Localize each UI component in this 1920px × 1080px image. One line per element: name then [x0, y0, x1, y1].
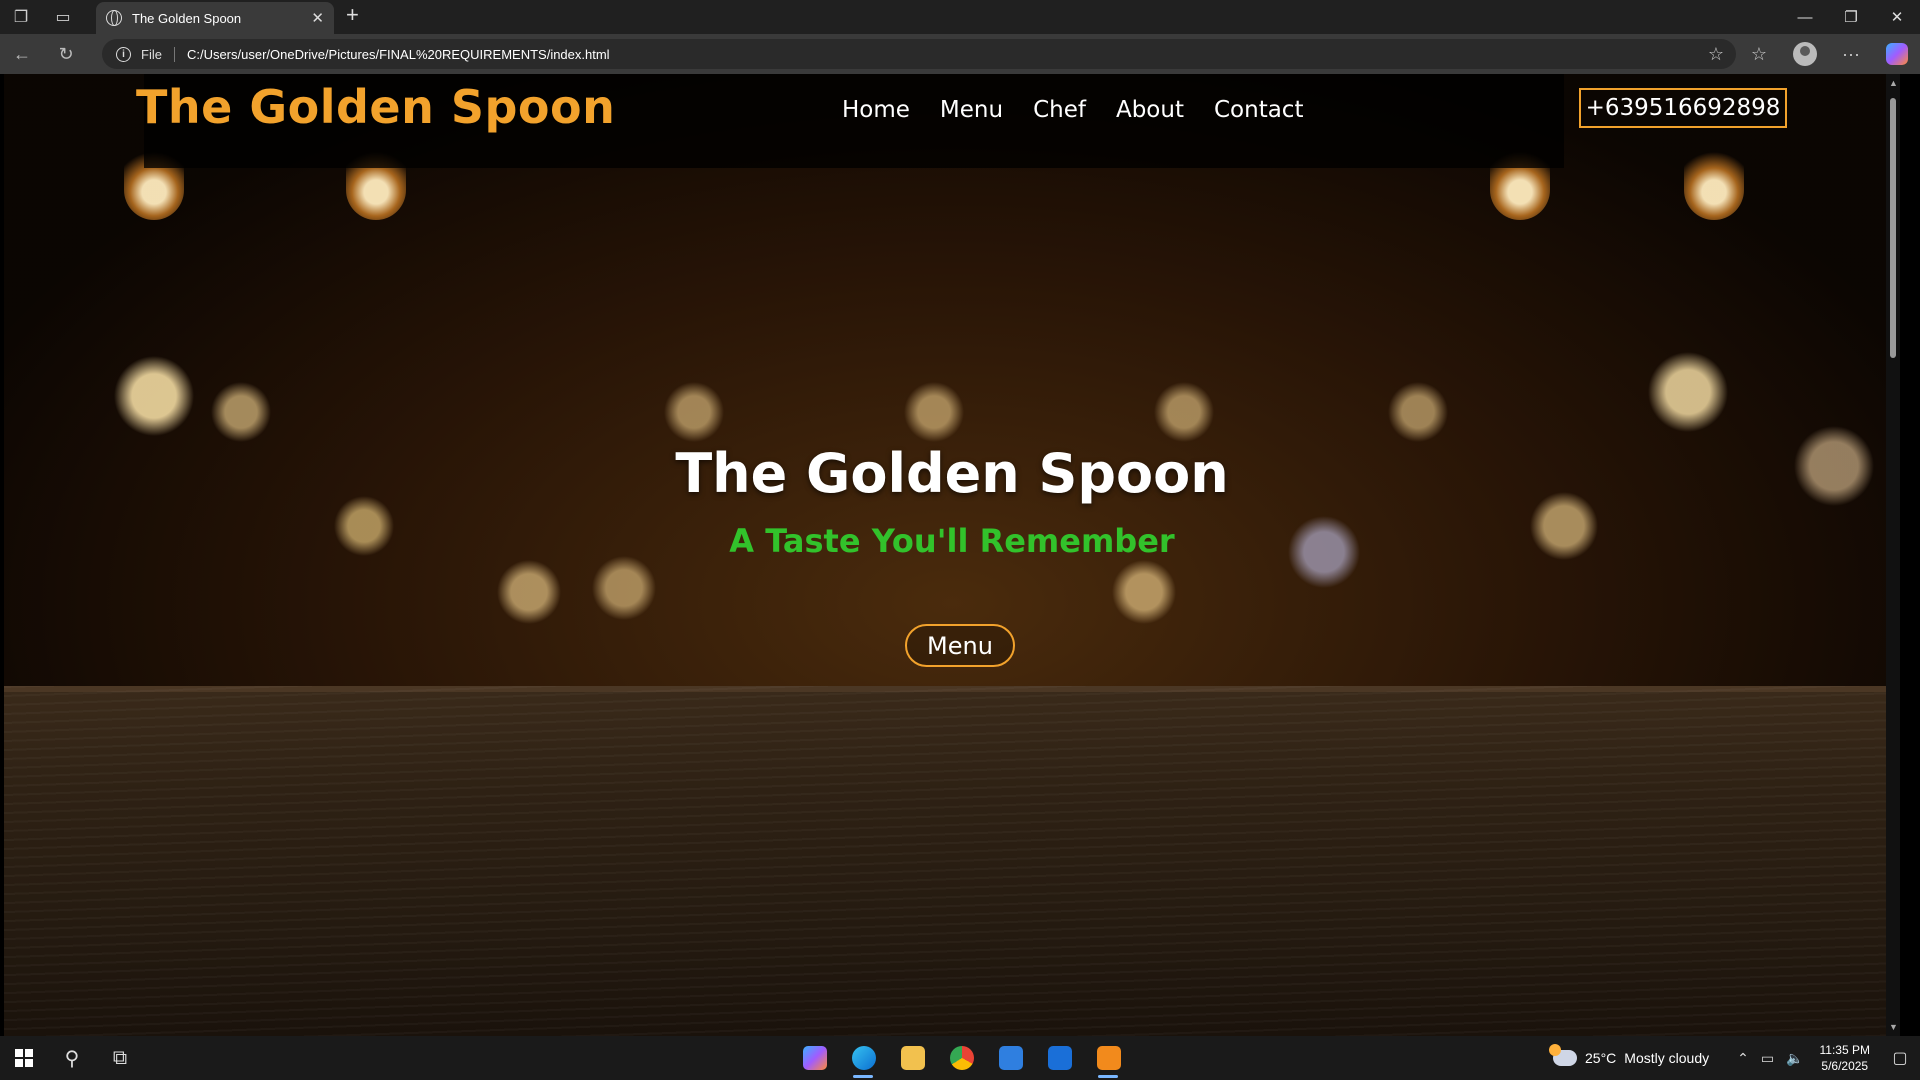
- address-scheme: File: [141, 46, 175, 62]
- chrome-app-icon[interactable]: [937, 1036, 986, 1080]
- weather-widget[interactable]: 25°C Mostly cloudy: [1549, 1044, 1710, 1066]
- system-tray: 25°C Mostly cloudy ⌃ ▭ 🔈 11:35 PM 5/6/20…: [1549, 1036, 1920, 1080]
- scroll-up-icon[interactable]: ▲: [1889, 78, 1898, 88]
- site-nav: Home Menu Chef About Contact: [842, 97, 1303, 123]
- globe-icon: [106, 10, 122, 26]
- page-viewport: The Golden Spoon Home Menu Chef About Co…: [4, 74, 1900, 1036]
- file-explorer-icon[interactable]: [888, 1036, 937, 1080]
- notification-icon[interactable]: ▢: [1880, 1048, 1920, 1068]
- nav-contact[interactable]: Contact: [1214, 97, 1303, 123]
- browser-toolbar: ← ↻ i File C:/Users/user/OneDrive/Pictur…: [0, 34, 1920, 74]
- clock-time: 11:35 PM: [1819, 1043, 1870, 1057]
- scrollbar-thumb[interactable]: [1890, 98, 1896, 358]
- browser-tab-bar: ❐ ▭ The Golden Spoon ✕ + — ❐ ✕: [0, 0, 1920, 34]
- info-icon[interactable]: i: [116, 46, 131, 62]
- clock-date: 5/6/2025: [1821, 1059, 1869, 1073]
- sublime-app-icon[interactable]: [1084, 1036, 1133, 1080]
- copilot-app-icon[interactable]: [790, 1036, 839, 1080]
- profile-icon[interactable]: [1793, 42, 1817, 66]
- phone-button[interactable]: +639516692898: [1579, 88, 1787, 128]
- hero-title: The Golden Spoon: [675, 442, 1229, 505]
- page-scrollbar[interactable]: ▲ ▼: [1886, 74, 1900, 1036]
- taskbar-apps: [790, 1036, 1133, 1080]
- hero-tagline: A Taste You'll Remember: [729, 522, 1175, 560]
- refresh-icon[interactable]: ↻: [44, 34, 88, 74]
- tab-title: The Golden Spoon: [132, 10, 242, 26]
- back-icon[interactable]: ←: [0, 34, 44, 74]
- restore-icon[interactable]: ❐: [1828, 0, 1874, 34]
- taskbar: ⚲ ⧉ 25°C Mostly cloudy ⌃ ▭ 🔈 11:35 PM 5/…: [0, 1036, 1920, 1080]
- weather-condition: Mostly cloudy: [1624, 1050, 1710, 1066]
- copilot-icon[interactable]: [1886, 43, 1908, 65]
- close-icon[interactable]: ✕: [311, 9, 324, 27]
- address-url[interactable]: C:/Users/user/OneDrive/Pictures/FINAL%20…: [187, 47, 610, 62]
- outlook-app-icon[interactable]: [1035, 1036, 1084, 1080]
- wooden-counter-background: [4, 686, 1900, 1036]
- toolbar-right-icons: ☆ ···: [1736, 34, 1920, 74]
- site-header: The Golden Spoon Home Menu Chef About Co…: [4, 74, 1900, 168]
- tab-actions-icon[interactable]: ▭: [42, 0, 84, 34]
- plus-icon[interactable]: +: [346, 2, 359, 28]
- nav-chef[interactable]: Chef: [1033, 97, 1086, 123]
- favorites-icon[interactable]: ☆: [1736, 44, 1782, 65]
- window-close-icon[interactable]: ✕: [1874, 0, 1920, 34]
- temperature: 25°C: [1585, 1050, 1617, 1066]
- nav-menu[interactable]: Menu: [940, 97, 1003, 123]
- browser-tab[interactable]: The Golden Spoon ✕: [96, 2, 334, 34]
- nav-home[interactable]: Home: [842, 97, 910, 123]
- chevron-up-icon[interactable]: ⌃: [1737, 1050, 1749, 1067]
- nav-about[interactable]: About: [1116, 97, 1184, 123]
- weather-icon: [1549, 1044, 1578, 1066]
- windows-start-icon[interactable]: [0, 1036, 48, 1080]
- volume-icon[interactable]: 🔈: [1786, 1050, 1803, 1067]
- edge-app-icon[interactable]: [839, 1036, 888, 1080]
- minimize-icon[interactable]: —: [1782, 0, 1828, 34]
- scroll-down-icon[interactable]: ▼: [1889, 1022, 1898, 1032]
- clock[interactable]: 11:35 PM 5/6/2025: [1820, 1042, 1870, 1074]
- workspaces-icon[interactable]: ❐: [0, 0, 42, 34]
- window-controls: — ❐ ✕: [1782, 0, 1920, 34]
- address-bar[interactable]: i File C:/Users/user/OneDrive/Pictures/F…: [102, 39, 1736, 69]
- search-icon[interactable]: ⚲: [48, 1036, 96, 1080]
- site-logo[interactable]: The Golden Spoon: [136, 80, 615, 134]
- favorite-star-icon[interactable]: ☆: [1708, 44, 1724, 65]
- network-icon[interactable]: ▭: [1761, 1050, 1774, 1067]
- store-app-icon[interactable]: [986, 1036, 1035, 1080]
- more-icon[interactable]: ···: [1828, 44, 1874, 65]
- task-view-icon[interactable]: ⧉: [96, 1036, 144, 1080]
- hero-menu-button[interactable]: Menu: [905, 624, 1015, 667]
